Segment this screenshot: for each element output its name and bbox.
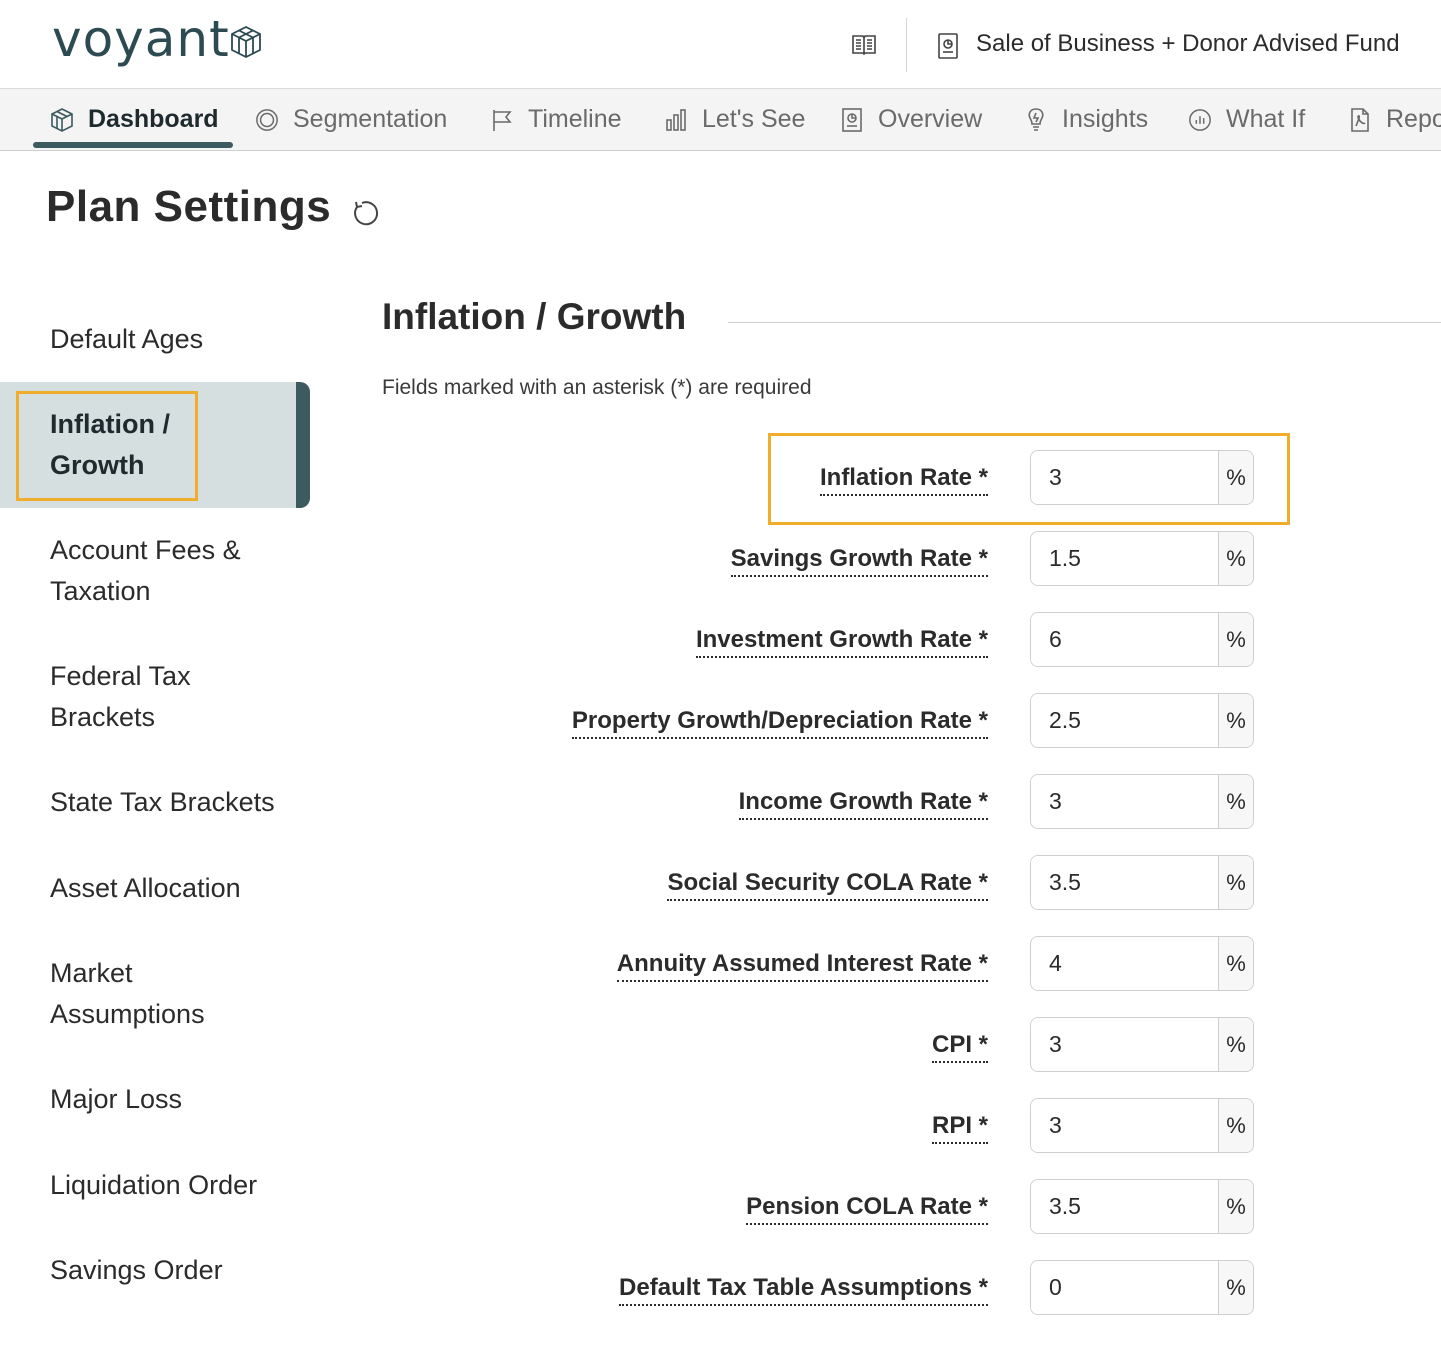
required-fields-note: Fields marked with an asterisk (*) are r… <box>382 376 812 399</box>
circle-icon <box>256 108 278 131</box>
investment-growth-rate-label: Investment Growth Rate * <box>695 626 988 658</box>
pension-cola-rate-group: % <box>1030 1179 1254 1234</box>
voyant-logo[interactable]: voyant <box>52 10 230 68</box>
percent-suffix: % <box>1218 1018 1253 1071</box>
pdf-icon <box>1351 107 1369 132</box>
default-tax-table-group: % <box>1030 1260 1254 1315</box>
sidebar-item-account-fees-taxation[interactable]: Account Fees & Taxation <box>50 530 270 612</box>
investment-growth-rate-input[interactable] <box>1031 613 1218 666</box>
percent-suffix: % <box>1218 532 1253 585</box>
rpi-group: % <box>1030 1098 1254 1153</box>
sidebar-item-federal-tax-brackets[interactable]: Federal Tax Brackets <box>50 656 220 738</box>
rpi-input[interactable] <box>1031 1099 1218 1152</box>
cpi-label: CPI * <box>931 1031 988 1063</box>
income-growth-rate-input[interactable] <box>1031 775 1218 828</box>
default-tax-table-label: Default Tax Table Assumptions * <box>619 1274 988 1306</box>
percent-suffix: % <box>1218 694 1253 747</box>
section-divider <box>728 322 1441 323</box>
sidebar-active-indicator <box>296 382 310 508</box>
tab-label: Let's See <box>702 105 806 133</box>
sidebar-item-savings-order[interactable]: Savings Order <box>50 1250 300 1291</box>
percent-suffix: % <box>1218 937 1253 990</box>
tab-reports[interactable]: Repo <box>1348 89 1441 150</box>
percent-suffix: % <box>1218 1180 1253 1233</box>
social-security-cola-rate-input[interactable] <box>1031 856 1218 909</box>
annuity-interest-rate-group: % <box>1030 936 1254 991</box>
tab-segmentation[interactable]: Segmentation <box>255 89 447 150</box>
percent-suffix: % <box>1218 856 1253 909</box>
cpi-input[interactable] <box>1031 1018 1218 1071</box>
active-tab-indicator <box>33 142 233 148</box>
flag-icon <box>493 109 512 131</box>
sidebar-item-market-assumptions[interactable]: Market Assumptions <box>50 953 220 1035</box>
cpi-group: % <box>1030 1017 1254 1072</box>
savings-growth-rate-label: Savings Growth Rate * <box>730 545 988 577</box>
property-growth-rate-label: Property Growth/Depreciation Rate * <box>571 707 988 739</box>
gauge-icon <box>1189 108 1211 131</box>
plan-document-icon <box>938 33 958 59</box>
percent-suffix: % <box>1218 613 1253 666</box>
inflation-rate-group: % <box>1030 450 1254 505</box>
social-security-cola-rate-group: % <box>1030 855 1254 910</box>
savings-growth-rate-input[interactable] <box>1031 532 1218 585</box>
tab-label: Insights <box>1062 105 1149 133</box>
tab-label: Overview <box>878 105 983 133</box>
tab-insights[interactable]: Insights <box>1024 89 1148 150</box>
percent-suffix: % <box>1218 775 1253 828</box>
investment-growth-rate-group: % <box>1030 612 1254 667</box>
tab-timeline[interactable]: Timeline <box>490 89 622 150</box>
tab-label: Repo <box>1386 105 1441 133</box>
sidebar-item-default-ages[interactable]: Default Ages <box>50 319 300 360</box>
social-security-cola-rate-label: Social Security COLA Rate * <box>667 869 988 901</box>
top-header: voyant Sale of Business + Donor Advised … <box>0 0 1441 89</box>
page-title: Plan Settings <box>46 182 332 231</box>
inflation-rate-input[interactable] <box>1031 451 1218 504</box>
cube-icon <box>51 107 73 132</box>
sidebar-item-liquidation-order[interactable]: Liquidation Order <box>50 1165 300 1206</box>
pension-cola-rate-input[interactable] <box>1031 1180 1218 1233</box>
tab-label: Dashboard <box>88 105 219 133</box>
tab-overview[interactable]: Overview <box>840 89 982 150</box>
percent-suffix: % <box>1218 1099 1253 1152</box>
plan-title[interactable]: Sale of Business + Donor Advised Fund <box>976 30 1400 58</box>
tab-dashboard[interactable]: Dashboard <box>50 89 219 150</box>
bar-chart-icon <box>666 108 686 131</box>
reset-icon[interactable] <box>350 198 380 228</box>
book-icon[interactable] <box>850 30 878 58</box>
income-growth-rate-label: Income Growth Rate * <box>738 788 988 820</box>
pension-cola-rate-label: Pension COLA Rate * <box>746 1193 988 1225</box>
inflation-rate-label: Inflation Rate * <box>819 464 988 496</box>
sidebar-item-asset-allocation[interactable]: Asset Allocation <box>50 868 300 909</box>
tab-lets-see[interactable]: Let's See <box>664 89 805 150</box>
default-tax-table-input[interactable] <box>1031 1261 1218 1314</box>
header-divider <box>906 18 907 72</box>
tab-label: What If <box>1226 105 1306 133</box>
section-title: Inflation / Growth <box>382 296 687 337</box>
tab-label: Timeline <box>528 105 622 133</box>
tab-what-if[interactable]: What If <box>1188 89 1305 150</box>
percent-suffix: % <box>1218 451 1253 504</box>
document-chart-icon <box>842 107 862 132</box>
property-growth-rate-input[interactable] <box>1031 694 1218 747</box>
percent-suffix: % <box>1218 1261 1253 1314</box>
sidebar-item-state-tax-brackets[interactable]: State Tax Brackets <box>50 782 300 823</box>
annuity-interest-rate-label: Annuity Assumed Interest Rate * <box>616 950 988 982</box>
cube-logo-icon <box>231 25 261 59</box>
highlight-box-sidebar <box>16 391 198 501</box>
savings-growth-rate-group: % <box>1030 531 1254 586</box>
annuity-interest-rate-input[interactable] <box>1031 937 1218 990</box>
lightbulb-icon <box>1028 107 1044 131</box>
income-growth-rate-group: % <box>1030 774 1254 829</box>
tab-label: Segmentation <box>293 105 448 133</box>
rpi-label: RPI * <box>931 1112 988 1144</box>
property-growth-rate-group: % <box>1030 693 1254 748</box>
sidebar-item-major-loss[interactable]: Major Loss <box>50 1079 300 1120</box>
